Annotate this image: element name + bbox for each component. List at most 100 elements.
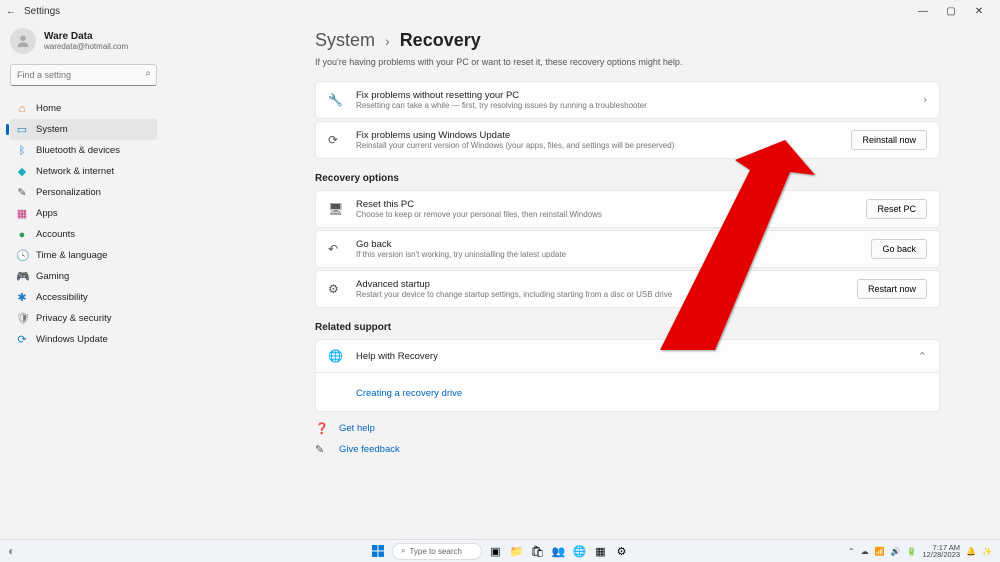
restart-now-button[interactable]: Restart now (857, 279, 927, 299)
onedrive-icon[interactable]: ☁ (861, 547, 869, 556)
start-button[interactable] (371, 544, 386, 559)
nav-label: Time & language (36, 250, 107, 261)
back-button[interactable]: ← (6, 6, 18, 17)
taskview-icon[interactable]: ▣ (488, 544, 503, 559)
window-title: Settings (24, 6, 60, 17)
user-profile[interactable]: Ware Data waredata@hotmail.com (10, 28, 157, 54)
wifi-icon[interactable]: 📶 (875, 547, 885, 556)
card-icon: 🖥 (328, 202, 346, 216)
top-card-1[interactable]: ⟳Fix problems using Windows UpdateReinst… (315, 121, 940, 159)
cortana-icon[interactable]: ◐ (0, 544, 15, 558)
explorer-icon[interactable]: 📁 (509, 544, 524, 559)
maximize-button[interactable]: ▢ (944, 6, 958, 17)
nav-label: Accounts (36, 229, 75, 240)
chevron-right-icon: › (385, 33, 390, 49)
nav-icon: ● (16, 229, 28, 241)
nav-icon: 🕓 (16, 249, 28, 262)
recovery-card-0[interactable]: 🖥 Reset this PCChoose to keep or remove y… (315, 190, 940, 228)
breadcrumb-parent[interactable]: System (315, 30, 375, 51)
card-icon: 🔧 (328, 93, 346, 107)
help-with-recovery-card[interactable]: 🌐 Help with Recovery ⌃ (315, 339, 940, 373)
search-input[interactable] (10, 64, 157, 86)
nav-label: Apps (36, 208, 58, 219)
nav-icon: ✎ (16, 186, 28, 199)
card-title: Fix problems using Windows Update (356, 130, 674, 141)
minimize-button[interactable]: — (916, 6, 930, 17)
breadcrumb: System › Recovery (315, 30, 940, 51)
teams-icon[interactable]: 👥 (551, 544, 566, 559)
give-feedback-link[interactable]: Give feedback (339, 444, 400, 455)
nav-label: Gaming (36, 271, 69, 282)
chevron-right-icon: › (923, 94, 927, 106)
sidebar-item-privacy-security[interactable]: 🛡 Privacy & security (10, 308, 157, 329)
nav-icon: ᛒ (16, 145, 28, 157)
reinstall-now-button[interactable]: Reinstall now (851, 130, 927, 150)
nav-label: Windows Update (36, 334, 108, 345)
sidebar-item-system[interactable]: ▭System (10, 119, 157, 140)
recovery-card-1[interactable]: ↶Go backIf this version isn't working, t… (315, 230, 940, 268)
card-title: Go back (356, 239, 566, 250)
footer-link-row: ❓Get help (315, 422, 940, 435)
edge-icon[interactable]: 🌐 (572, 544, 587, 559)
nav-icon: 🛡 (16, 312, 28, 325)
nav-label: Bluetooth & devices (36, 145, 120, 156)
intro-text: If you're having problems with your PC o… (315, 57, 940, 67)
nav-label: Accessibility (36, 292, 88, 303)
app-icon[interactable]: ▦ (593, 544, 608, 559)
store-icon[interactable]: 🛍 (530, 544, 545, 559)
nav-icon: ◆ (16, 165, 28, 178)
card-title: Advanced startup (356, 279, 672, 290)
card-subtitle: Restart your device to change startup se… (356, 290, 672, 299)
nav-label: Network & internet (36, 166, 114, 177)
globe-icon: 🌐 (328, 349, 346, 363)
nav-icon: ✱ (16, 291, 28, 304)
support-section-title: Related support (315, 322, 940, 333)
top-card-0[interactable]: 🔧Fix problems without resetting your PCR… (315, 81, 940, 119)
support-sublink: Creating a recovery drive (315, 373, 940, 412)
nav-icon: ⟳ (16, 333, 28, 346)
reset-pc-button[interactable]: Reset PC (866, 199, 927, 219)
nav-label: System (36, 124, 68, 135)
titlebar: ← Settings — ▢ ✕ (0, 0, 1000, 22)
sidebar-item-time-language[interactable]: 🕓 Time & language (10, 245, 157, 266)
card-subtitle: If this version isn't working, try unins… (356, 250, 566, 259)
taskbar-search[interactable]: ⌕Type to search (392, 543, 482, 560)
nav-icon: 🎮 (16, 270, 28, 283)
sidebar-item-gaming[interactable]: 🎮 Gaming (10, 266, 157, 287)
sidebar-item-network-internet[interactable]: ◆ Network & internet (10, 161, 157, 182)
volume-icon[interactable]: 🔊 (891, 547, 901, 556)
sidebar-item-personalization[interactable]: ✎ Personalization (10, 182, 157, 203)
card-subtitle: Reinstall your current version of Window… (356, 141, 674, 150)
clock[interactable]: 7:17 AM 12/28/2023 (923, 544, 961, 559)
go-back-button[interactable]: Go back (871, 239, 927, 259)
battery-icon[interactable]: 🔋 (907, 547, 917, 556)
card-title: Reset this PC (356, 199, 602, 210)
get-help-link[interactable]: Get help (339, 423, 375, 434)
copilot-icon[interactable]: ✨ (982, 547, 992, 556)
tray-chevron-icon[interactable]: ⌃ (848, 547, 855, 556)
notifications-icon[interactable]: 🔔 (966, 547, 976, 556)
settings-icon[interactable]: ⚙ (614, 544, 629, 559)
recovery-card-2[interactable]: ⚙Advanced startupRestart your device to … (315, 270, 940, 308)
page-title: Recovery (400, 30, 481, 51)
sidebar-item-accessibility[interactable]: ✱ Accessibility (10, 287, 157, 308)
nav-label: Personalization (36, 187, 101, 198)
nav-label: Home (36, 103, 61, 114)
link-icon: ✎ (315, 443, 329, 456)
sidebar-item-bluetooth-devices[interactable]: ᛒ Bluetooth & devices (10, 140, 157, 161)
chevron-up-icon: ⌃ (918, 350, 927, 363)
search-box[interactable]: ⌕ (10, 64, 157, 86)
creating-recovery-drive-link[interactable]: Creating a recovery drive (356, 388, 462, 399)
close-button[interactable]: ✕ (972, 6, 986, 17)
sidebar-item-home[interactable]: ⌂Home (10, 98, 157, 119)
card-title: Help with Recovery (356, 351, 438, 362)
card-icon: ⟳ (328, 133, 346, 147)
sidebar-item-apps[interactable]: ▦ Apps (10, 203, 157, 224)
nav-icon: ▦ (16, 207, 28, 220)
nav-label: Privacy & security (36, 313, 112, 324)
card-subtitle: Choose to keep or remove your personal f… (356, 210, 602, 219)
sidebar-item-accounts[interactable]: ● Accounts (10, 224, 157, 245)
sidebar-item-windows-update[interactable]: ⟳ Windows Update (10, 329, 157, 350)
footer-link-row: ✎ Give feedback (315, 443, 940, 456)
main-content: System › Recovery If you're having probl… (165, 22, 1000, 542)
